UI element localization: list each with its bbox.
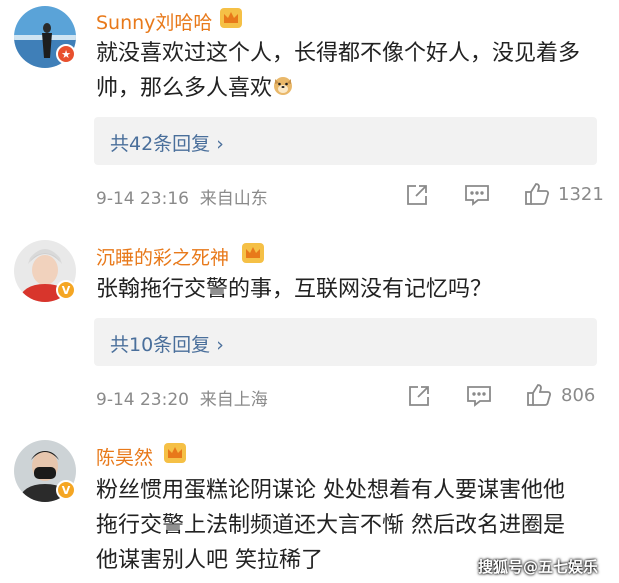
location: 来自上海: [199, 390, 268, 410]
chevron-right-icon: ›: [210, 133, 224, 155]
share-icon[interactable]: [407, 384, 431, 408]
timestamp: 9-14 23:20: [96, 390, 189, 410]
doge-emoji-icon: [272, 72, 294, 107]
comment-text: 张翰拖行交警的事，互联网没有记忆吗？: [96, 277, 493, 302]
comment-meta: 9-14 23:16 来自山东: [96, 184, 268, 209]
username[interactable]: 陈昊然: [96, 443, 153, 470]
crown-icon: [220, 8, 242, 28]
username[interactable]: Sunny刘哈哈: [96, 8, 212, 35]
comment-meta: 9-14 23:20 来自上海: [96, 385, 268, 410]
watermark: 搜狐号@五七娱乐: [478, 558, 599, 576]
verified-badge-icon: V: [56, 480, 76, 500]
location: 来自山东: [199, 189, 268, 209]
comment-icon[interactable]: [466, 384, 492, 408]
verified-badge-icon: ★: [56, 44, 76, 64]
verified-badge-icon: V: [56, 280, 76, 300]
chevron-right-icon: ›: [210, 334, 224, 356]
crown-icon: [242, 243, 264, 263]
timestamp: 9-14 23:16: [96, 189, 189, 209]
like-count: 806: [561, 385, 596, 406]
like-count: 1321: [558, 184, 604, 205]
username[interactable]: 沉睡的彩之死神: [96, 243, 229, 270]
replies-link[interactable]: 共10条回复 ›: [94, 318, 597, 366]
comment-text: 就没喜欢过这个人，长得都不像个好人，没见着多帅，那么多人喜欢: [96, 36, 606, 107]
crown-icon: [164, 443, 186, 463]
comment-icon[interactable]: [464, 183, 490, 207]
share-icon[interactable]: [405, 183, 429, 207]
like-icon[interactable]: [526, 382, 552, 408]
like-icon[interactable]: [524, 181, 550, 207]
replies-link[interactable]: 共42条回复 ›: [94, 117, 597, 165]
